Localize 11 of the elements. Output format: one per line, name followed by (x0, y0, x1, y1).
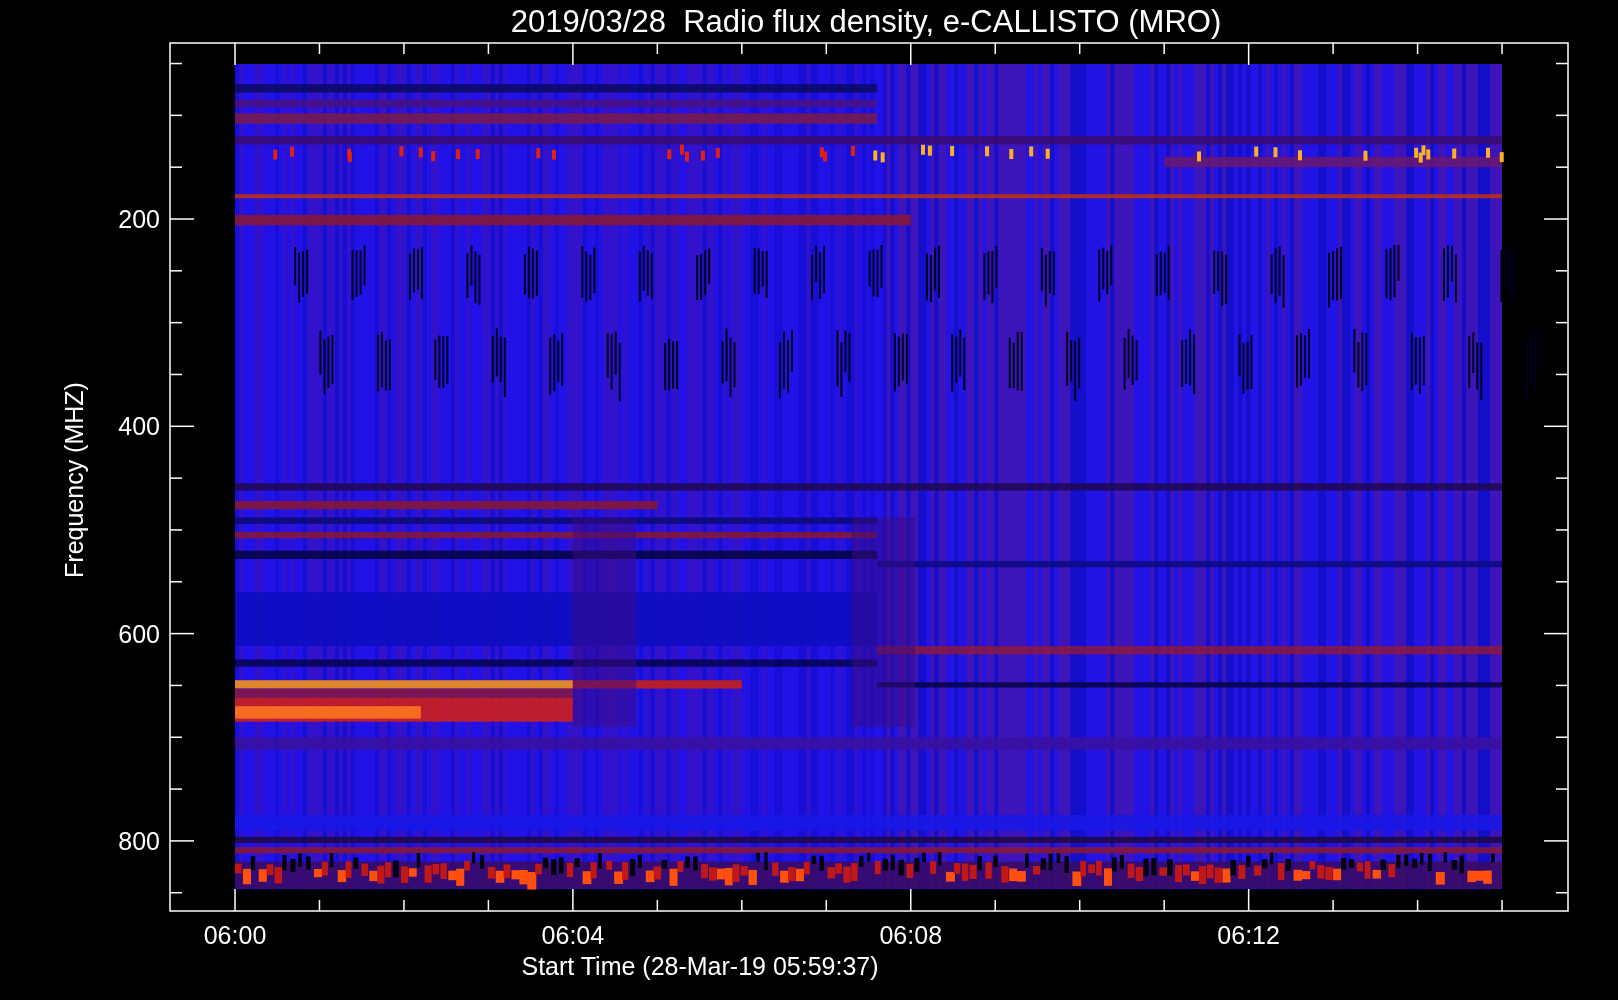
axis-label: Start Time (28-Mar-19 05:59:37) (521, 952, 879, 980)
tick-label: 06:08 (879, 921, 943, 949)
plot-title: 2019/03/28 Radio flux density, e-CALLISTO (MRO) (510, 4, 1222, 39)
tick-label: 06:12 (1217, 921, 1280, 949)
tick-label: 400 (118, 412, 160, 441)
tick-label: 06:00 (203, 921, 267, 949)
axis-label: Frequency (MHZ) (60, 382, 88, 578)
tick-label: 200 (118, 205, 160, 233)
tick-label: 800 (118, 826, 160, 855)
tick-label: 06:04 (541, 921, 605, 949)
tick-label: 600 (118, 619, 160, 648)
